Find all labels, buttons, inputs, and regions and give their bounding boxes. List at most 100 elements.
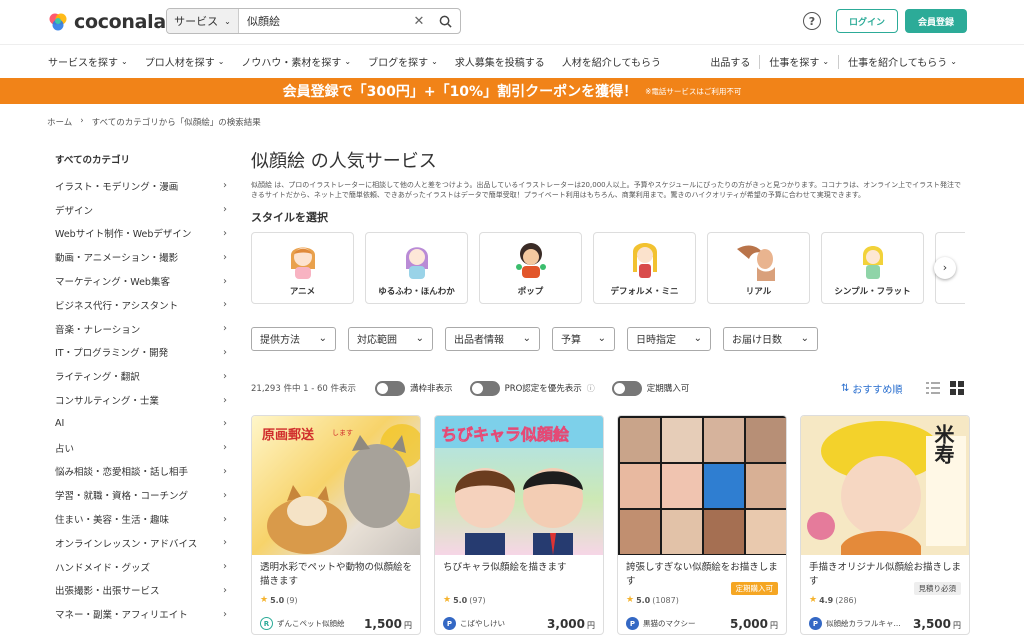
nav-sell[interactable]: 出品する — [701, 54, 759, 69]
sidebar-category-item[interactable]: ビジネス代行・アシスタント › — [55, 293, 230, 317]
service-title[interactable]: ちびキャラ似顔絵を描きます — [435, 555, 603, 591]
sort-select[interactable]: ⇅ おすすめ順 — [841, 381, 902, 396]
style-card-simple[interactable]: シンプル・フラット — [821, 231, 924, 304]
style-label: ポップ — [517, 286, 544, 297]
style-card-deformed[interactable]: デフォルメ・ミニ — [593, 231, 696, 304]
service-card[interactable]: 米寿 手描きオリジナル似顔絵お描きします 見積り必須 ★ 4.9 (286) P 似顔… — [800, 415, 970, 635]
filter-delivery-days[interactable]: お届け日数 ⌄ — [723, 326, 818, 351]
sidebar-category-item[interactable]: ハンドメイド・グッズ › — [55, 555, 230, 579]
filter-delivery-method[interactable]: 提供方法 ⌄ — [251, 326, 336, 351]
sidebar-category-item[interactable]: 悩み相談・恋愛相談・話し相手 › — [55, 460, 230, 484]
style-card-pop[interactable]: ポップ — [479, 231, 582, 304]
filter-scope[interactable]: 対応範囲 ⌄ — [348, 326, 433, 351]
chevron-down-icon: ⌄ — [217, 57, 225, 66]
sidebar-category-item[interactable]: コンサルティング・士業 › — [55, 388, 230, 412]
clear-icon[interactable]: ✕ — [408, 14, 430, 29]
grid-view-icon[interactable] — [950, 381, 964, 395]
service-title[interactable]: 透明水彩でペットや動物の似顔絵を描きます — [252, 555, 420, 591]
sidebar-category-item[interactable]: オンラインレッスン・アドバイス › — [55, 531, 230, 555]
sidebar-item-label: 音楽・ナレーション — [55, 324, 141, 336]
search-input[interactable] — [239, 9, 408, 33]
nav-post-job[interactable]: 求人募集を投稿する — [455, 54, 545, 69]
chevron-down-icon: ⌄ — [522, 333, 531, 345]
seller[interactable]: P こばやしけい — [443, 617, 505, 630]
sidebar-category-item[interactable]: 動画・アニメーション・撮影 › — [55, 245, 230, 269]
style-card-anime[interactable]: アニメ — [251, 231, 354, 304]
style-card-yurufuwa[interactable]: ゆるふわ・ほんわか — [365, 231, 468, 304]
style-card-real[interactable]: リアル — [707, 231, 810, 304]
sidebar-category-item[interactable]: 出張撮影・出張サービス › — [55, 579, 230, 603]
nav-refer-talent[interactable]: 人材を紹介してもらう — [562, 54, 661, 69]
sidebar-category-item[interactable]: 占い › — [55, 436, 230, 460]
sidebar-category-item[interactable]: マーケティング・Web集客 › — [55, 269, 230, 293]
star-icon: ★ — [443, 595, 452, 605]
logo-text: coconala — [74, 11, 166, 33]
logo[interactable]: coconala — [48, 11, 166, 33]
toggle-switch[interactable] — [469, 380, 500, 396]
sidebar-category-item[interactable]: 住まい・美容・生活・趣味 › — [55, 507, 230, 531]
price-unit: 円 — [587, 621, 595, 630]
price: 5,000 円 — [730, 617, 778, 631]
nav-find-work[interactable]: 仕事を探す ⌄ — [760, 54, 838, 69]
seller[interactable]: R ずんこペット似顔絵 — [260, 617, 345, 630]
sidebar-category-item[interactable]: Webサイト制作・Webデザイン › — [55, 222, 230, 246]
toggle-switch[interactable] — [375, 380, 406, 396]
sidebar-category-item[interactable]: 音楽・ナレーション › — [55, 317, 230, 341]
toggle-label: 定期購入可 — [646, 384, 690, 394]
service-thumbnail[interactable]: 米寿 — [801, 416, 969, 555]
nav-label: プロ人材を探す — [144, 58, 215, 69]
sidebar-title[interactable]: すべてのカテゴリ — [55, 152, 230, 166]
sidebar-item-label: ハンドメイド・グッズ — [55, 562, 151, 574]
login-button[interactable]: ログイン — [836, 9, 898, 33]
filter-seller-info[interactable]: 出品者情報 ⌄ — [445, 326, 540, 351]
sidebar-category-item[interactable]: AI › — [55, 412, 230, 436]
carousel-next-button[interactable]: › — [934, 256, 956, 279]
filter-budget[interactable]: 予算 ⌄ — [552, 326, 615, 351]
coupon-banner[interactable]: 会員登録で「300円」+「10%」割引クーポンを獲得！ ※電話サービスはご利用不… — [0, 78, 1024, 104]
thumbnail-subheading: します — [332, 429, 353, 437]
toggle-switch[interactable] — [611, 380, 642, 396]
sidebar-category-item[interactable]: マネー・副業・アフィリエイト › — [55, 602, 230, 626]
toggle-hide-full[interactable]: 満枠非表示 — [375, 380, 453, 396]
toggle-subscription[interactable]: 定期購入可 — [611, 380, 690, 396]
signup-button[interactable]: 会員登録 — [905, 9, 967, 33]
service-card[interactable]: ちびキャラ似顔絵 ちびキャラ似顔絵を描きます ★ 5.0 (97) P こばやしけい … — [434, 415, 604, 635]
info-icon[interactable]: ⓘ — [587, 383, 595, 394]
sidebar-category-item[interactable]: デザイン › — [55, 198, 230, 222]
toggle-pro-first[interactable]: PRO認定を優先表示 ⓘ — [469, 380, 595, 396]
filter-date[interactable]: 日時指定 ⌄ — [627, 326, 711, 351]
sidebar-category-item[interactable]: イラスト・モデリング・漫画 › — [55, 174, 230, 198]
chevron-right-icon: › — [223, 442, 227, 454]
star-icon: ★ — [260, 595, 269, 605]
service-card[interactable]: 誇張しすぎない似顔絵をお描きします 定期購入可 ★ 5.0 (1087) P 黒猫のマ… — [617, 415, 787, 635]
breadcrumb-home[interactable]: ホーム — [47, 116, 72, 128]
help-icon[interactable]: ? — [803, 12, 821, 30]
nav-get-work-referral[interactable]: 仕事を紹介してもらう ⌄ — [839, 54, 966, 69]
sidebar-item-label: ビジネス代行・アシスタント — [55, 300, 179, 312]
list-view-icon[interactable] — [926, 381, 940, 395]
service-thumbnail[interactable]: 原画郵送 します — [252, 416, 420, 555]
nav-label: 出品する — [710, 58, 751, 69]
service-thumbnail[interactable]: ちびキャラ似顔絵 — [435, 416, 603, 555]
seller[interactable]: P 似顔絵カラフルキャ... — [809, 617, 901, 630]
sidebar-item-label: 学習・就職・資格・コーチング — [55, 491, 189, 503]
nav-find-pro[interactable]: プロ人材を探す ⌄ — [145, 54, 225, 69]
seller[interactable]: P 黒猫のマクシー — [626, 617, 696, 630]
category-sidebar: すべてのカテゴリ イラスト・モデリング・漫画 › デザイン › Webサイト制作・Web… — [55, 152, 230, 626]
service-thumbnail[interactable] — [618, 416, 786, 555]
nav-find-blog[interactable]: ブログを探す ⌄ — [368, 54, 438, 69]
chevron-down-icon: ⌄ — [950, 57, 957, 66]
chevron-right-icon: › — [223, 584, 227, 596]
price-value: 3,000 — [547, 617, 585, 631]
nav-find-service[interactable]: サービスを探す ⌄ — [48, 54, 128, 69]
search-type-select[interactable]: サービス ⌄ — [167, 9, 239, 33]
style-label: デフォルメ・ミニ — [610, 286, 679, 297]
nav-label: 求人募集を投稿する — [454, 58, 545, 69]
nav-find-knowhow[interactable]: ノウハウ・素材を探す ⌄ — [241, 54, 351, 69]
sidebar-category-item[interactable]: ライティング・翻訳 › — [55, 364, 230, 388]
search-icon[interactable] — [430, 15, 460, 28]
service-card[interactable]: 原画郵送 します 透明水彩でペットや動物の似顔絵を描きます ★ 5.0 (9) Rず… — [251, 415, 421, 635]
rating-value: 5.0 — [453, 595, 468, 605]
sidebar-category-item[interactable]: IT・プログラミング・開発 › — [55, 341, 230, 365]
sidebar-category-item[interactable]: 学習・就職・資格・コーチング › — [55, 483, 230, 507]
